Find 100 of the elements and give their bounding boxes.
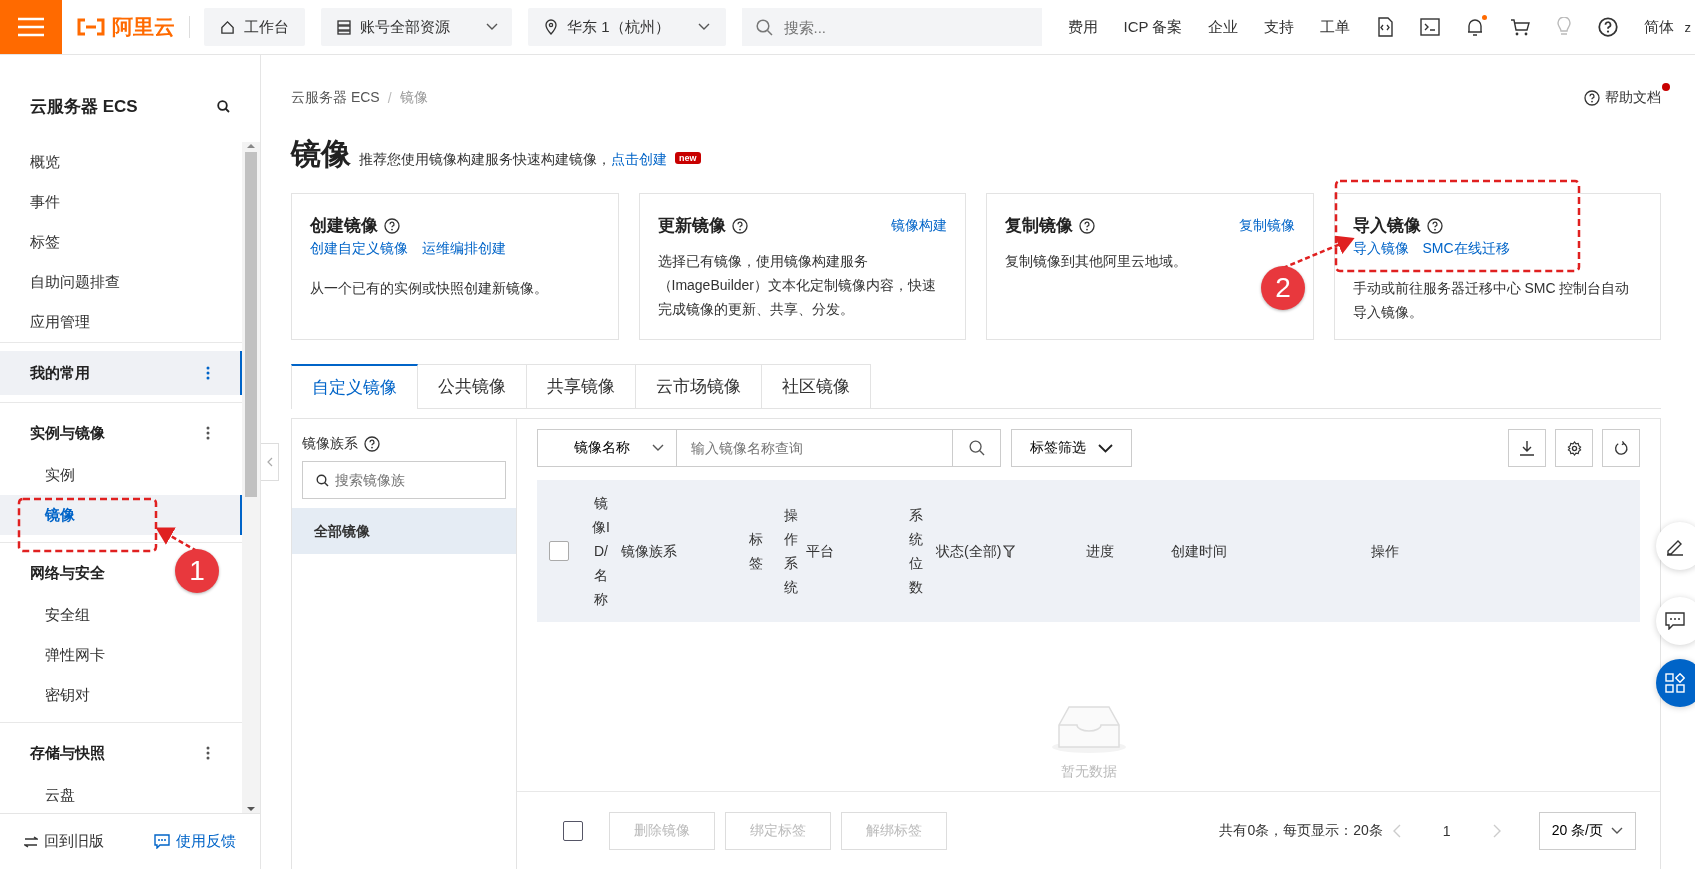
terminal-icon[interactable] xyxy=(1420,18,1441,36)
breadcrumb-separator: / xyxy=(387,90,392,106)
sidebar-item[interactable]: 镜像 xyxy=(0,495,242,535)
help-icon xyxy=(384,217,400,234)
help-icon xyxy=(731,217,748,234)
language-link[interactable]: 简体 xyxy=(1644,17,1675,37)
column-header: 操作系统 xyxy=(783,506,799,597)
card-link[interactable]: 导入镜像 xyxy=(1352,240,1409,258)
workbench-button[interactable]: 工作台 xyxy=(204,8,305,46)
card-description: 选择已有镜像，使用镜像构建服务（ImageBuilder）文本化定制镜像内容，快速完成镜像的更新、共享、分发。 xyxy=(657,252,937,319)
family-item[interactable]: 全部镜像 xyxy=(292,508,516,554)
column-header: 标签 xyxy=(748,530,764,573)
sidebar-item[interactable]: 标签 xyxy=(0,222,242,262)
sidebar-group-header[interactable]: 我的常用 xyxy=(0,351,242,395)
help-icon xyxy=(364,436,380,452)
help-icon[interactable] xyxy=(1598,17,1619,37)
card-link[interactable]: SMC在线迁移 xyxy=(1422,240,1510,258)
feedback-button[interactable] xyxy=(1656,597,1695,645)
page-number[interactable]: 1 xyxy=(1442,822,1451,839)
scroll-up-arrow-icon xyxy=(246,142,256,150)
chat-icon xyxy=(154,834,170,849)
column-header: 进度 xyxy=(1086,542,1114,561)
resource-scope-dropdown[interactable]: 账号全部资源 xyxy=(321,8,512,46)
help-icon xyxy=(1426,217,1443,234)
back-to-old-link[interactable]: 回到旧版 xyxy=(24,832,104,851)
sidebar-item[interactable]: 自助问题排查 xyxy=(0,262,242,302)
nav-link[interactable]: 费用 xyxy=(1067,17,1098,37)
help-icon xyxy=(1079,217,1095,234)
region-dropdown[interactable]: 华东 1（杭州） xyxy=(528,8,726,46)
card-link[interactable]: 运维编排创建 xyxy=(422,240,506,258)
column-header: 平台 xyxy=(806,542,834,561)
search-button[interactable] xyxy=(953,429,1001,467)
help-icon xyxy=(1584,90,1600,106)
page-size-dropdown[interactable]: 20 条/页 xyxy=(1538,811,1636,850)
group-title[interactable]: 存储与快照 xyxy=(30,743,105,763)
search-icon xyxy=(968,440,985,456)
breadcrumb-item[interactable]: 云服务器 ECS xyxy=(291,89,380,107)
settings-button[interactable] xyxy=(1555,429,1593,467)
tab[interactable]: 云市场镜像 xyxy=(636,364,762,408)
sidebar-item[interactable]: 实例 xyxy=(0,455,242,495)
card-title: 创建镜像 xyxy=(310,215,378,237)
bell-icon[interactable] xyxy=(1466,17,1485,37)
sidebar-item[interactable]: 云盘 xyxy=(0,775,242,813)
card-title: 导入镜像 xyxy=(1352,215,1421,237)
sidebar-item[interactable]: 应用管理 xyxy=(0,302,242,342)
more-icon[interactable] xyxy=(206,366,210,380)
sidebar-item[interactable]: 概览 xyxy=(0,142,242,182)
menu-button[interactable] xyxy=(0,0,62,54)
tab[interactable]: 公共镜像 xyxy=(418,364,527,408)
column-header[interactable]: 状态(全部) xyxy=(936,539,1016,563)
scrollbar-thumb[interactable] xyxy=(245,152,257,497)
card-title: 复制镜像 xyxy=(1005,215,1073,237)
help-docs-link[interactable]: 帮助文档 xyxy=(1584,89,1661,107)
nav-link[interactable]: ICP 备案 xyxy=(1123,17,1183,37)
chevron-down-icon xyxy=(486,23,498,31)
refresh-button[interactable] xyxy=(1602,429,1640,467)
nav-link[interactable]: 工单 xyxy=(1320,17,1351,37)
chevron-down-icon xyxy=(1611,826,1623,835)
card-description: 从一个已有的实例或快照创建新镜像。 xyxy=(310,279,549,298)
group-title[interactable]: 实例与镜像 xyxy=(30,423,105,443)
search-field[interactable]: 输入镜像名称查询 xyxy=(677,429,953,467)
download-button[interactable] xyxy=(1508,429,1546,467)
more-icon[interactable] xyxy=(206,746,210,760)
sidebar-item[interactable]: 弹性网卡 xyxy=(0,635,242,675)
search-icon[interactable] xyxy=(217,100,230,113)
logo-text: 阿里云 xyxy=(112,14,175,40)
more-icon[interactable] xyxy=(206,426,210,440)
tab[interactable]: 共享镜像 xyxy=(527,364,636,408)
card-link[interactable]: 创建自定义镜像 xyxy=(310,240,408,258)
search-field[interactable]: 搜索镜像族 xyxy=(302,461,506,499)
feedback-link[interactable]: 使用反馈 xyxy=(154,832,236,851)
user-initial[interactable]: z xyxy=(1684,19,1691,35)
cart-icon[interactable] xyxy=(1510,17,1531,37)
tag-filter-dropdown[interactable]: 标签筛选 xyxy=(1011,429,1132,467)
page-title: 镜像 xyxy=(291,136,351,172)
filter-dropdown[interactable]: 镜像名称 xyxy=(537,429,677,467)
card-link[interactable]: 镜像构建 xyxy=(891,216,947,235)
panel-title: 镜像族系 xyxy=(302,435,358,453)
sidebar-item[interactable]: 密钥对 xyxy=(0,675,242,715)
sidebar-item[interactable]: 事件 xyxy=(0,182,242,222)
apps-button[interactable] xyxy=(1656,659,1695,707)
document-code-icon[interactable] xyxy=(1376,17,1395,37)
nav-link[interactable]: 支持 xyxy=(1264,17,1295,37)
logo-icon xyxy=(76,18,106,36)
group-title[interactable]: 我的常用 xyxy=(30,363,90,383)
tab[interactable]: 社区镜像 xyxy=(762,364,871,408)
column-header: 操作 xyxy=(1371,542,1399,561)
card-link[interactable]: 复制镜像 xyxy=(1238,216,1295,235)
edit-button[interactable] xyxy=(1656,522,1695,570)
create-link[interactable]: 点击创建 xyxy=(611,151,667,169)
tab[interactable]: 自定义镜像 xyxy=(291,364,418,409)
chat-icon xyxy=(1665,612,1685,630)
scroll-down-arrow-icon xyxy=(246,805,256,813)
search-field[interactable]: 搜索... xyxy=(741,8,1042,46)
sidebar-item[interactable]: 安全组 xyxy=(0,595,242,635)
nav-link[interactable]: 企业 xyxy=(1208,17,1239,37)
group-title[interactable]: 网络与安全 xyxy=(30,563,105,583)
select-all-checkbox[interactable] xyxy=(563,820,583,841)
select-all-checkbox[interactable] xyxy=(549,541,569,561)
menu-icon xyxy=(18,17,44,37)
